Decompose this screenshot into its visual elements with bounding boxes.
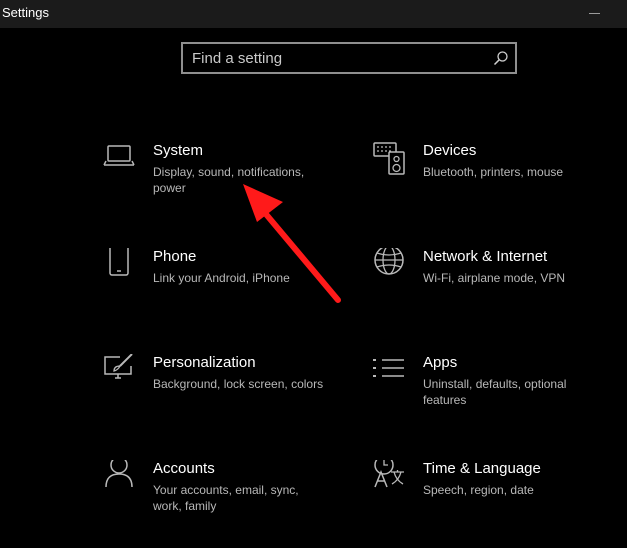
settings-tile-time-language[interactable]: Time & Language Speech, region, date bbox=[373, 460, 627, 548]
tile-title: Devices bbox=[423, 142, 477, 159]
tile-description: Wi-Fi, airplane mode, VPN bbox=[423, 271, 566, 285]
tile-title: Time & Language bbox=[423, 460, 541, 477]
tile-description: Background, lock screen, colors bbox=[153, 377, 324, 391]
arrow-shaft bbox=[262, 210, 341, 303]
title-bar: Settings bbox=[0, 0, 627, 28]
tile-title: Phone bbox=[153, 248, 197, 265]
devices-icon bbox=[373, 142, 405, 175]
search-input[interactable] bbox=[192, 44, 482, 72]
paint-icon bbox=[104, 354, 133, 379]
laptop-icon bbox=[103, 145, 135, 166]
settings-tile-devices[interactable]: Devices Bluetooth, printers, mouse bbox=[373, 142, 627, 230]
search-icon[interactable] bbox=[493, 50, 509, 66]
tile-description: Uninstall, defaults, optional features bbox=[423, 377, 567, 407]
window-title: Settings bbox=[2, 5, 49, 20]
time-language-icon bbox=[374, 460, 404, 488]
apps-list-icon bbox=[373, 359, 404, 377]
settings-tile-network[interactable]: Network & Internet Wi-Fi, airplane mode,… bbox=[373, 248, 627, 336]
tile-title: Accounts bbox=[153, 460, 215, 477]
tile-title: Network & Internet bbox=[423, 248, 548, 265]
tile-description: Bluetooth, printers, mouse bbox=[423, 165, 564, 179]
globe-icon bbox=[374, 248, 404, 275]
tile-description: Your accounts, email, sync, work, family bbox=[153, 483, 299, 513]
arrow-head bbox=[243, 184, 283, 222]
settings-tile-personalization[interactable]: Personalization Background, lock screen,… bbox=[103, 354, 363, 442]
settings-tile-accounts[interactable]: Accounts Your accounts, email, sync, wor… bbox=[103, 460, 363, 548]
settings-tile-apps[interactable]: Apps Uninstall, defaults, optional featu… bbox=[373, 354, 627, 442]
minimize-button[interactable] bbox=[580, 0, 610, 28]
tile-title: System bbox=[153, 142, 204, 159]
phone-icon bbox=[109, 248, 129, 276]
search-box[interactable] bbox=[181, 42, 517, 74]
tile-description: Speech, region, date bbox=[423, 483, 534, 497]
tile-title: Apps bbox=[423, 354, 458, 371]
red-arrow-icon bbox=[243, 184, 341, 303]
person-icon bbox=[105, 460, 133, 488]
tile-title: Personalization bbox=[153, 354, 256, 371]
